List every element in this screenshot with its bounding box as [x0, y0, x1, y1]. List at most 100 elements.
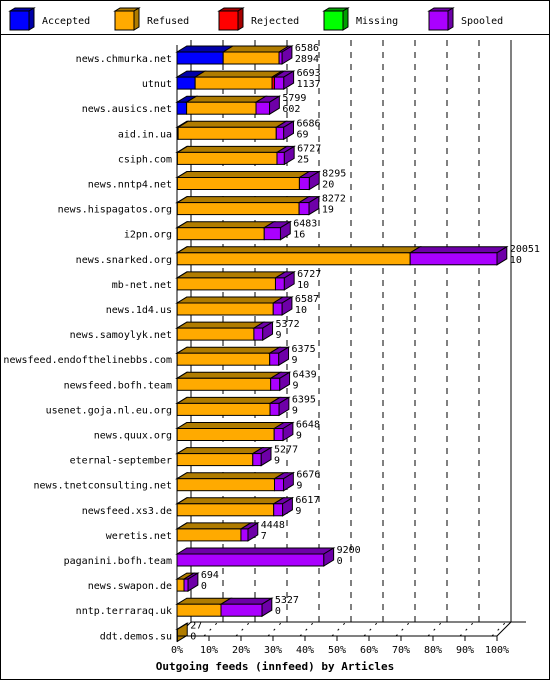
- accepted-value-label: 602: [282, 104, 300, 115]
- bar-segment-spooled: [273, 76, 285, 90]
- category-label: ddt.demos.su: [100, 631, 172, 642]
- bar-top-refused: [175, 196, 311, 204]
- x-tick-depth: [331, 621, 347, 637]
- accepted-value-label: 0: [201, 581, 207, 592]
- bar-top-refused: [176, 120, 288, 128]
- bar-segment-spooled: [270, 377, 281, 391]
- x-tick-label: 30%: [264, 645, 282, 656]
- bar-segment-spooled: [298, 202, 310, 216]
- offered-value-label: 6693: [297, 68, 321, 79]
- bar-segment-spooled: [240, 528, 249, 542]
- legend-swatch-side: [133, 7, 140, 31]
- offered-value-label: 5327: [275, 595, 299, 606]
- bar-row: news.hispagatos.org 827219: [58, 194, 346, 216]
- bar-top-spooled: [408, 246, 509, 254]
- offered-value-label: 6727: [297, 143, 321, 154]
- bar-top-refused: [175, 271, 288, 279]
- bar-segment-spooled: [220, 603, 263, 617]
- category-label: news.tnetconsulting.net: [34, 481, 172, 492]
- accepted-value-label: 69: [297, 129, 309, 140]
- accepted-value-label: 7: [261, 531, 267, 542]
- bar-segment-refused: [176, 252, 411, 266]
- offered-value-label: 6617: [295, 495, 319, 506]
- bar-segment-refused: [176, 151, 278, 165]
- offered-value-label: 5799: [282, 93, 306, 104]
- offered-value-label: 6586: [295, 43, 319, 54]
- x-tick-label: 20%: [232, 645, 250, 656]
- bar-segment-refused: [186, 101, 257, 115]
- legend-group: Accepted Refused Rejected Missing Spooled: [8, 7, 503, 31]
- bar-row: usenet.goja.nl.eu.org 63959: [46, 394, 316, 416]
- bar-segment-spooled: [273, 428, 284, 441]
- offered-value-label: 694: [201, 570, 219, 581]
- x-tick-depth: [459, 621, 475, 637]
- category-label: news.swapon.de: [88, 581, 172, 592]
- legend-item-refused: Refused: [113, 7, 189, 31]
- offered-value-label: 5372: [276, 319, 300, 330]
- bar-segment-refused: [176, 202, 300, 216]
- bar-segment-refused: [176, 453, 254, 467]
- accepted-value-label: 25: [297, 154, 309, 165]
- bar-segment-spooled: [275, 126, 285, 140]
- x-tick-label: 0%: [171, 645, 183, 656]
- legend-swatch: [114, 10, 135, 31]
- bar-row: newsfeed.bofh.team 64399: [64, 369, 317, 391]
- category-label: news.chmurka.net: [76, 54, 172, 65]
- bar-segment-refused: [176, 177, 300, 190]
- bar-segment-spooled: [183, 578, 189, 592]
- bar-segment-refused: [222, 51, 280, 65]
- bar-segment-refused: [176, 302, 274, 316]
- bar-segment-spooled: [274, 277, 285, 291]
- bar-row: aid.in.ua 668669: [118, 118, 321, 140]
- bar-row: news.snarked.org 2005110: [76, 244, 540, 266]
- bar-segment-refused: [176, 377, 272, 391]
- bar-row: news.ausics.net 5799602: [82, 93, 307, 115]
- bar-segment-refused: [176, 277, 276, 291]
- accepted-value-label: 10: [295, 305, 307, 316]
- legend-item-missing: Missing: [322, 7, 398, 31]
- category-label: eternal-september: [70, 456, 172, 467]
- x-tick-depth: [235, 621, 251, 637]
- legend-label: Accepted: [42, 16, 90, 27]
- accepted-value-label: 19: [322, 205, 334, 216]
- x-tick-label: 70%: [392, 645, 410, 656]
- bar-top-refused: [175, 472, 287, 480]
- bar-row: csiph.com 672725: [118, 143, 321, 165]
- legend-swatch-side: [28, 7, 35, 31]
- bar-row: newsfeed.xs3.de 66179: [82, 495, 320, 517]
- bar-row: nntp.terraraq.uk 53270: [76, 595, 299, 617]
- accepted-value-label: 0: [275, 606, 281, 617]
- accepted-value-label: 9: [276, 330, 282, 341]
- bar-segment-spooled: [273, 478, 285, 492]
- bar-top-refused: [175, 522, 253, 530]
- bar-segment-refused: [176, 227, 265, 241]
- offered-value-label: 9200: [337, 545, 361, 556]
- x-tick-label: 10%: [200, 645, 218, 656]
- accepted-value-label: 10: [297, 280, 309, 291]
- legend-label: Refused: [147, 16, 189, 27]
- bar-segment-refused: [176, 428, 275, 441]
- bar-segment-spooled: [276, 151, 285, 165]
- bar-row: mb-net.net 672710: [112, 269, 321, 291]
- accepted-value-label: 1137: [297, 79, 321, 90]
- legend-swatch: [9, 10, 30, 31]
- bar-top-spooled: [175, 547, 336, 555]
- bar-top-refused: [175, 497, 286, 505]
- offered-value-label: 6439: [293, 369, 317, 380]
- offered-value-label: 27: [190, 620, 202, 631]
- bar-segment-accepted: [176, 51, 224, 65]
- offered-value-label: 20051: [510, 244, 540, 255]
- bar-row: news.1d4.us 658710: [106, 294, 319, 316]
- bar-segment-spooled: [409, 252, 498, 266]
- bar-top-refused: [175, 396, 282, 404]
- category-label: usenet.goja.nl.eu.org: [46, 405, 172, 416]
- legend-label: Spooled: [461, 16, 503, 27]
- bar-top-refused: [175, 321, 266, 329]
- accepted-value-label: 0: [337, 556, 343, 567]
- bar-segment-refused: [177, 126, 277, 140]
- legend-swatch-side: [237, 7, 244, 31]
- accepted-value-label: 9: [292, 355, 298, 366]
- bar-top-refused: [175, 296, 285, 304]
- bar-segment-refused: [176, 503, 275, 517]
- category-label: nntp.terraraq.uk: [76, 606, 172, 617]
